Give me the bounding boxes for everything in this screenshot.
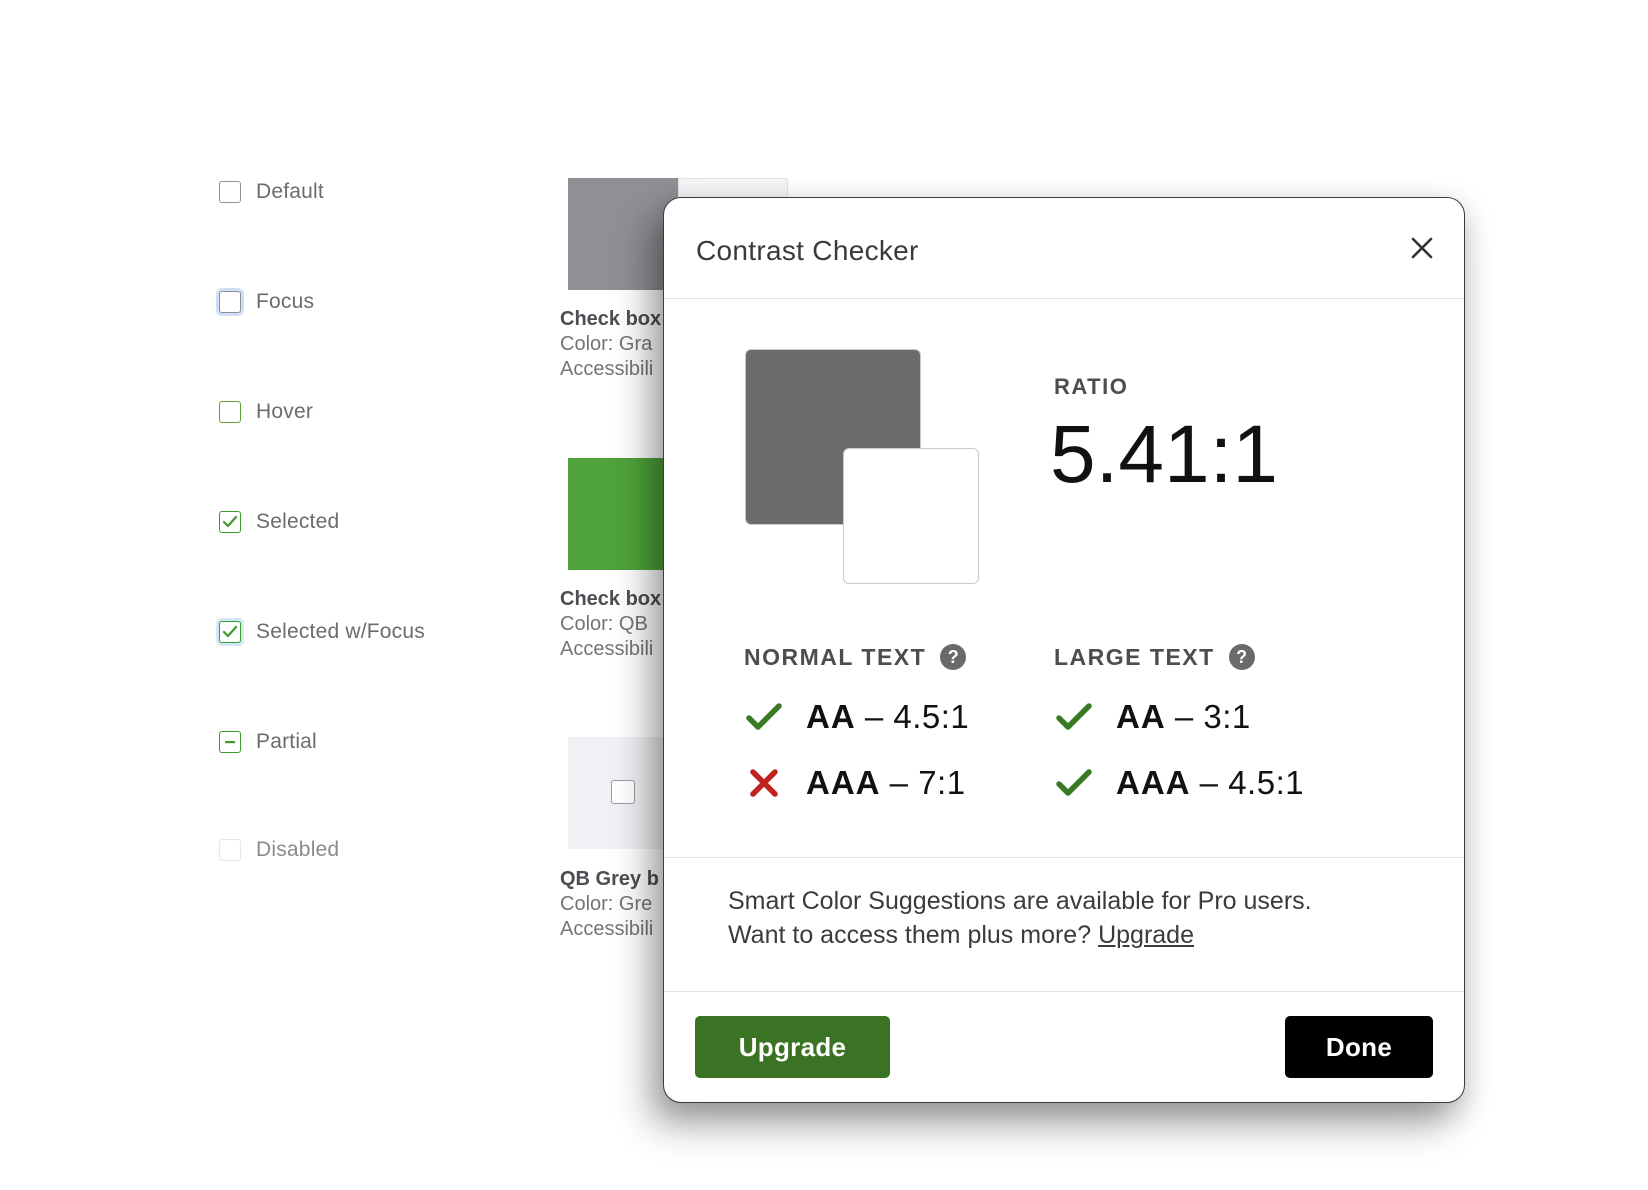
caption-title: QB Grey b (560, 868, 659, 890)
foreground-color-preview[interactable] (843, 448, 979, 584)
state-label: Focus (256, 290, 315, 313)
caption-accessibility: Accessibili (560, 918, 654, 940)
divider (664, 991, 1464, 992)
normal-text-results: NORMAL TEXT ? AA – 4.5:1 AAA – 7:1 (744, 642, 969, 816)
state-label: Selected (256, 510, 340, 533)
close-icon (1411, 237, 1433, 259)
check-level: AA (1116, 698, 1166, 735)
pass-check-icon (1054, 763, 1094, 803)
normal-text-heading: NORMAL TEXT ? (744, 642, 969, 672)
state-row-selected-focus: Selected w/Focus (219, 620, 425, 644)
large-text-results: LARGE TEXT ? AA – 3:1 AAA – 4.5:1 (1054, 642, 1304, 816)
caption-accessibility: Accessibili (560, 638, 654, 660)
dialog-title: Contrast Checker (696, 235, 919, 266)
done-button[interactable]: Done (1285, 1016, 1433, 1078)
state-row-disabled: Disabled (219, 838, 339, 862)
promo-line-2-text: Want to access them plus more? (728, 921, 1092, 949)
checkbox-hover[interactable] (219, 401, 241, 423)
state-label: Partial (256, 730, 317, 753)
help-icon[interactable]: ? (1228, 644, 1255, 670)
check-row-normal-aaa: AAA – 7:1 (744, 750, 969, 816)
state-row-partial: Partial (219, 730, 317, 754)
swatch-caption: QB Grey b Color: Gre Accessibili (560, 867, 659, 942)
state-label: Default (256, 180, 324, 203)
checkbox-selected[interactable] (219, 511, 241, 533)
close-button[interactable] (1402, 228, 1442, 268)
minus-icon (225, 741, 235, 744)
color-swatch-green (568, 458, 678, 570)
promo-line-1: Smart Color Suggestions are available fo… (728, 887, 1312, 915)
state-row-hover: Hover (219, 400, 313, 424)
state-row-selected: Selected (219, 510, 339, 534)
caption-color: Color: Gre (560, 893, 653, 915)
ratio-value: 5.41:1 (1050, 409, 1278, 500)
caption-title: Check box (560, 308, 662, 330)
check-requirement: – 7:1 (889, 764, 966, 801)
checkbox-selected-focus[interactable] (219, 621, 241, 643)
checkmark-icon (222, 625, 238, 638)
check-requirement: – 4.5:1 (1199, 764, 1305, 801)
pro-upsell-message: Smart Color Suggestions are available fo… (728, 884, 1428, 952)
divider (664, 857, 1464, 858)
state-label: Selected w/Focus (256, 620, 425, 643)
upgrade-link[interactable]: Upgrade (1098, 921, 1194, 949)
check-level: AAA (1116, 764, 1191, 801)
caption-title: Check box (560, 588, 662, 610)
check-row-large-aa: AA – 3:1 (1054, 684, 1304, 750)
state-label: Hover (256, 400, 314, 423)
caption-color: Color: Gra (560, 333, 653, 355)
check-row-normal-aa: AA – 4.5:1 (744, 684, 969, 750)
ratio-label: RATIO (1054, 374, 1129, 399)
pass-check-icon (1054, 697, 1094, 737)
checkbox-default[interactable] (219, 181, 241, 203)
color-swatch-gray (568, 178, 678, 290)
checkmark-icon (222, 515, 238, 528)
check-level: AAA (806, 764, 881, 801)
pass-check-icon (744, 697, 784, 737)
large-text-heading: LARGE TEXT ? (1054, 642, 1304, 672)
contrast-checker-dialog: Contrast Checker RATIO 5.41:1 NORMAL TEX… (663, 197, 1465, 1103)
normal-text-title: NORMAL TEXT (744, 643, 927, 670)
checkbox-disabled (219, 839, 241, 861)
caption-color: Color: QB (560, 613, 648, 635)
check-requirement: – 3:1 (1174, 698, 1251, 735)
check-level: AA (806, 698, 856, 735)
checkbox-partial[interactable] (219, 731, 241, 753)
check-row-large-aaa: AAA – 4.5:1 (1054, 750, 1304, 816)
promo-line-2: Want to access them plus more? Upgrade (728, 918, 1428, 952)
upgrade-button[interactable]: Upgrade (695, 1016, 890, 1078)
dialog-header: Contrast Checker (664, 198, 1464, 299)
state-row-focus: Focus (219, 290, 314, 314)
state-label: Disabled (256, 838, 340, 861)
state-row-default: Default (219, 180, 324, 204)
help-icon[interactable]: ? (940, 644, 967, 670)
check-requirement: – 4.5:1 (864, 698, 970, 735)
swatch-caption: Check box Color: Gra Accessibili (560, 307, 661, 382)
swatch-caption: Check box Color: QB Accessibili (560, 587, 661, 662)
caption-accessibility: Accessibili (560, 358, 654, 380)
color-swatch-grey-bg (568, 737, 678, 849)
sample-checkbox (611, 780, 635, 804)
checkbox-focus[interactable] (219, 291, 241, 313)
fail-x-icon (744, 763, 784, 803)
large-text-title: LARGE TEXT (1054, 643, 1215, 670)
